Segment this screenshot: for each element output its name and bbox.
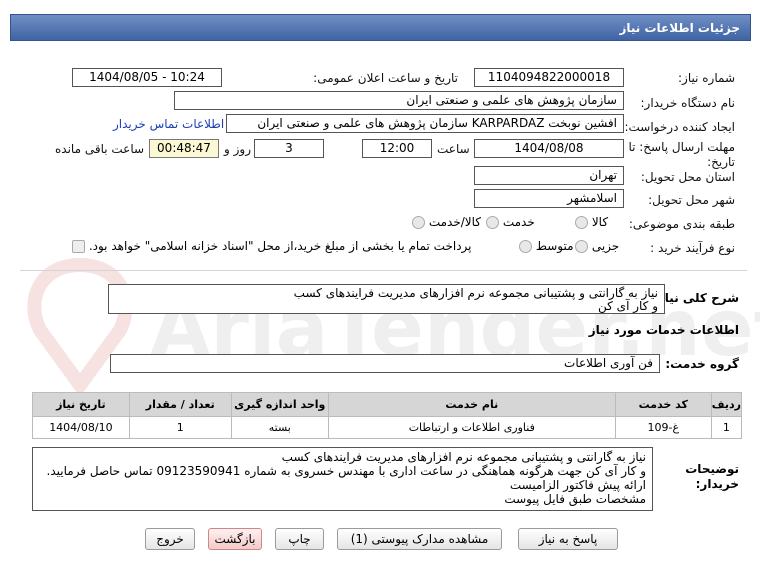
summary-label: شرح کلی نیاز: [653, 291, 739, 305]
service-group-label: گروه خدمت: [665, 357, 739, 371]
creator-field: افشین نوبخت KARPARDAZ سازمان پژوهش های ع… [226, 114, 624, 133]
summary-field: نیاز به گارانتی و پشتیبانی مجموعه نرم اف… [108, 284, 665, 314]
city-label: شهر محل تحویل: [648, 193, 735, 207]
announce-date-field: 1404/08/05 - 10:24 [72, 68, 222, 87]
process-option-medium[interactable]: متوسط [519, 239, 574, 253]
radio-icon[interactable] [486, 216, 499, 229]
print-button[interactable]: چاپ [275, 528, 324, 550]
back-button[interactable]: بازگشت [208, 528, 262, 550]
col-date-header: تاریخ نیاز [32, 392, 130, 417]
col-unit-header: واحد اندازه گیری [230, 392, 329, 417]
buyer-org-field: سازمان پژوهش های علمی و صنعتی ایران [174, 91, 624, 110]
deadline-date-label: تاریخ: [707, 155, 735, 169]
view-attachments-button[interactable]: مشاهده مدارک پیوستی (1) [337, 528, 502, 550]
col-row-header: ردیف [710, 392, 743, 417]
process-option-minor[interactable]: جزیی [575, 239, 619, 253]
remaining-time-label: ساعت باقی مانده [55, 142, 145, 156]
cell-date: 1404/08/10 [32, 416, 130, 439]
remaining-time-field: 00:48:47 [149, 139, 219, 158]
days-label: روز و [224, 142, 251, 156]
radio-icon[interactable] [575, 240, 588, 253]
need-number-label: شماره نیاز: [678, 71, 735, 85]
process-type-label: نوع فرآیند خرید : [650, 241, 735, 255]
exit-button[interactable]: خروج [145, 528, 195, 550]
category-label: طبقه بندی موضوعی: [628, 217, 735, 231]
cell-unit: بسته [230, 416, 329, 439]
province-label: استان محل تحویل: [640, 170, 735, 184]
deadline-time-field: 12:00 [362, 139, 432, 158]
treasury-payment-checkbox[interactable]: پرداخت تمام یا بخشی از مبلغ خرید،از محل … [72, 239, 472, 253]
col-name-header: نام خدمت [327, 392, 616, 417]
need-number-field: 1104094822000018 [474, 68, 624, 87]
category-option-goods-service[interactable]: کالا/خدمت [412, 215, 481, 229]
services-table: ردیف کد خدمت نام خدمت واحد اندازه گیری ت… [32, 392, 743, 439]
buyer-notes-label-1: توضیحات [685, 462, 739, 476]
table-header-row: ردیف کد خدمت نام خدمت واحد اندازه گیری ت… [32, 392, 743, 417]
category-option-service[interactable]: خدمت [486, 215, 535, 229]
buyer-notes-field: نیاز به گارانتی و پشتیبانی مجموعه نرم اف… [32, 447, 653, 511]
deadline-time-label: ساعت [437, 142, 470, 156]
creator-label: ایجاد کننده درخواست: [624, 120, 735, 134]
cell-name: فناوری اطلاعات و ارتباطات [327, 416, 616, 439]
deadline-date-field: 1404/08/08 [474, 139, 624, 158]
services-section-title: اطلاعات خدمات مورد نیاز [588, 323, 739, 337]
page-title: جزئیات اطلاعات نیاز [10, 14, 751, 41]
col-code-header: کد خدمت [614, 392, 712, 417]
divider [20, 270, 747, 271]
buyer-org-label: نام دستگاه خریدار: [640, 96, 736, 110]
announce-date-label: تاریخ و ساعت اعلان عمومی: [313, 71, 458, 85]
category-option-goods[interactable]: کالا [575, 215, 608, 229]
table-row: 1 غ-109 فناوری اطلاعات و ارتباطات بسته 1… [32, 416, 743, 439]
buyer-notes-label-2: خریدار: [695, 477, 739, 491]
cell-code: غ-109 [614, 416, 712, 439]
service-group-field: فن آوری اطلاعات [110, 354, 660, 373]
city-field: اسلامشهر [474, 189, 624, 208]
cell-row: 1 [710, 416, 743, 439]
radio-icon[interactable] [575, 216, 588, 229]
cell-qty: 1 [128, 416, 232, 439]
reply-button[interactable]: پاسخ به نیاز [518, 528, 618, 550]
radio-icon[interactable] [519, 240, 532, 253]
col-qty-header: تعداد / مقدار [128, 392, 232, 417]
province-field: تهران [474, 166, 624, 185]
checkbox-icon[interactable] [72, 240, 85, 253]
buyer-contact-link[interactable]: اطلاعات تماس خریدار [113, 117, 224, 131]
days-remaining-field: 3 [254, 139, 324, 158]
deadline-label: مهلت ارسال پاسخ: تا [628, 140, 735, 154]
radio-icon[interactable] [412, 216, 425, 229]
